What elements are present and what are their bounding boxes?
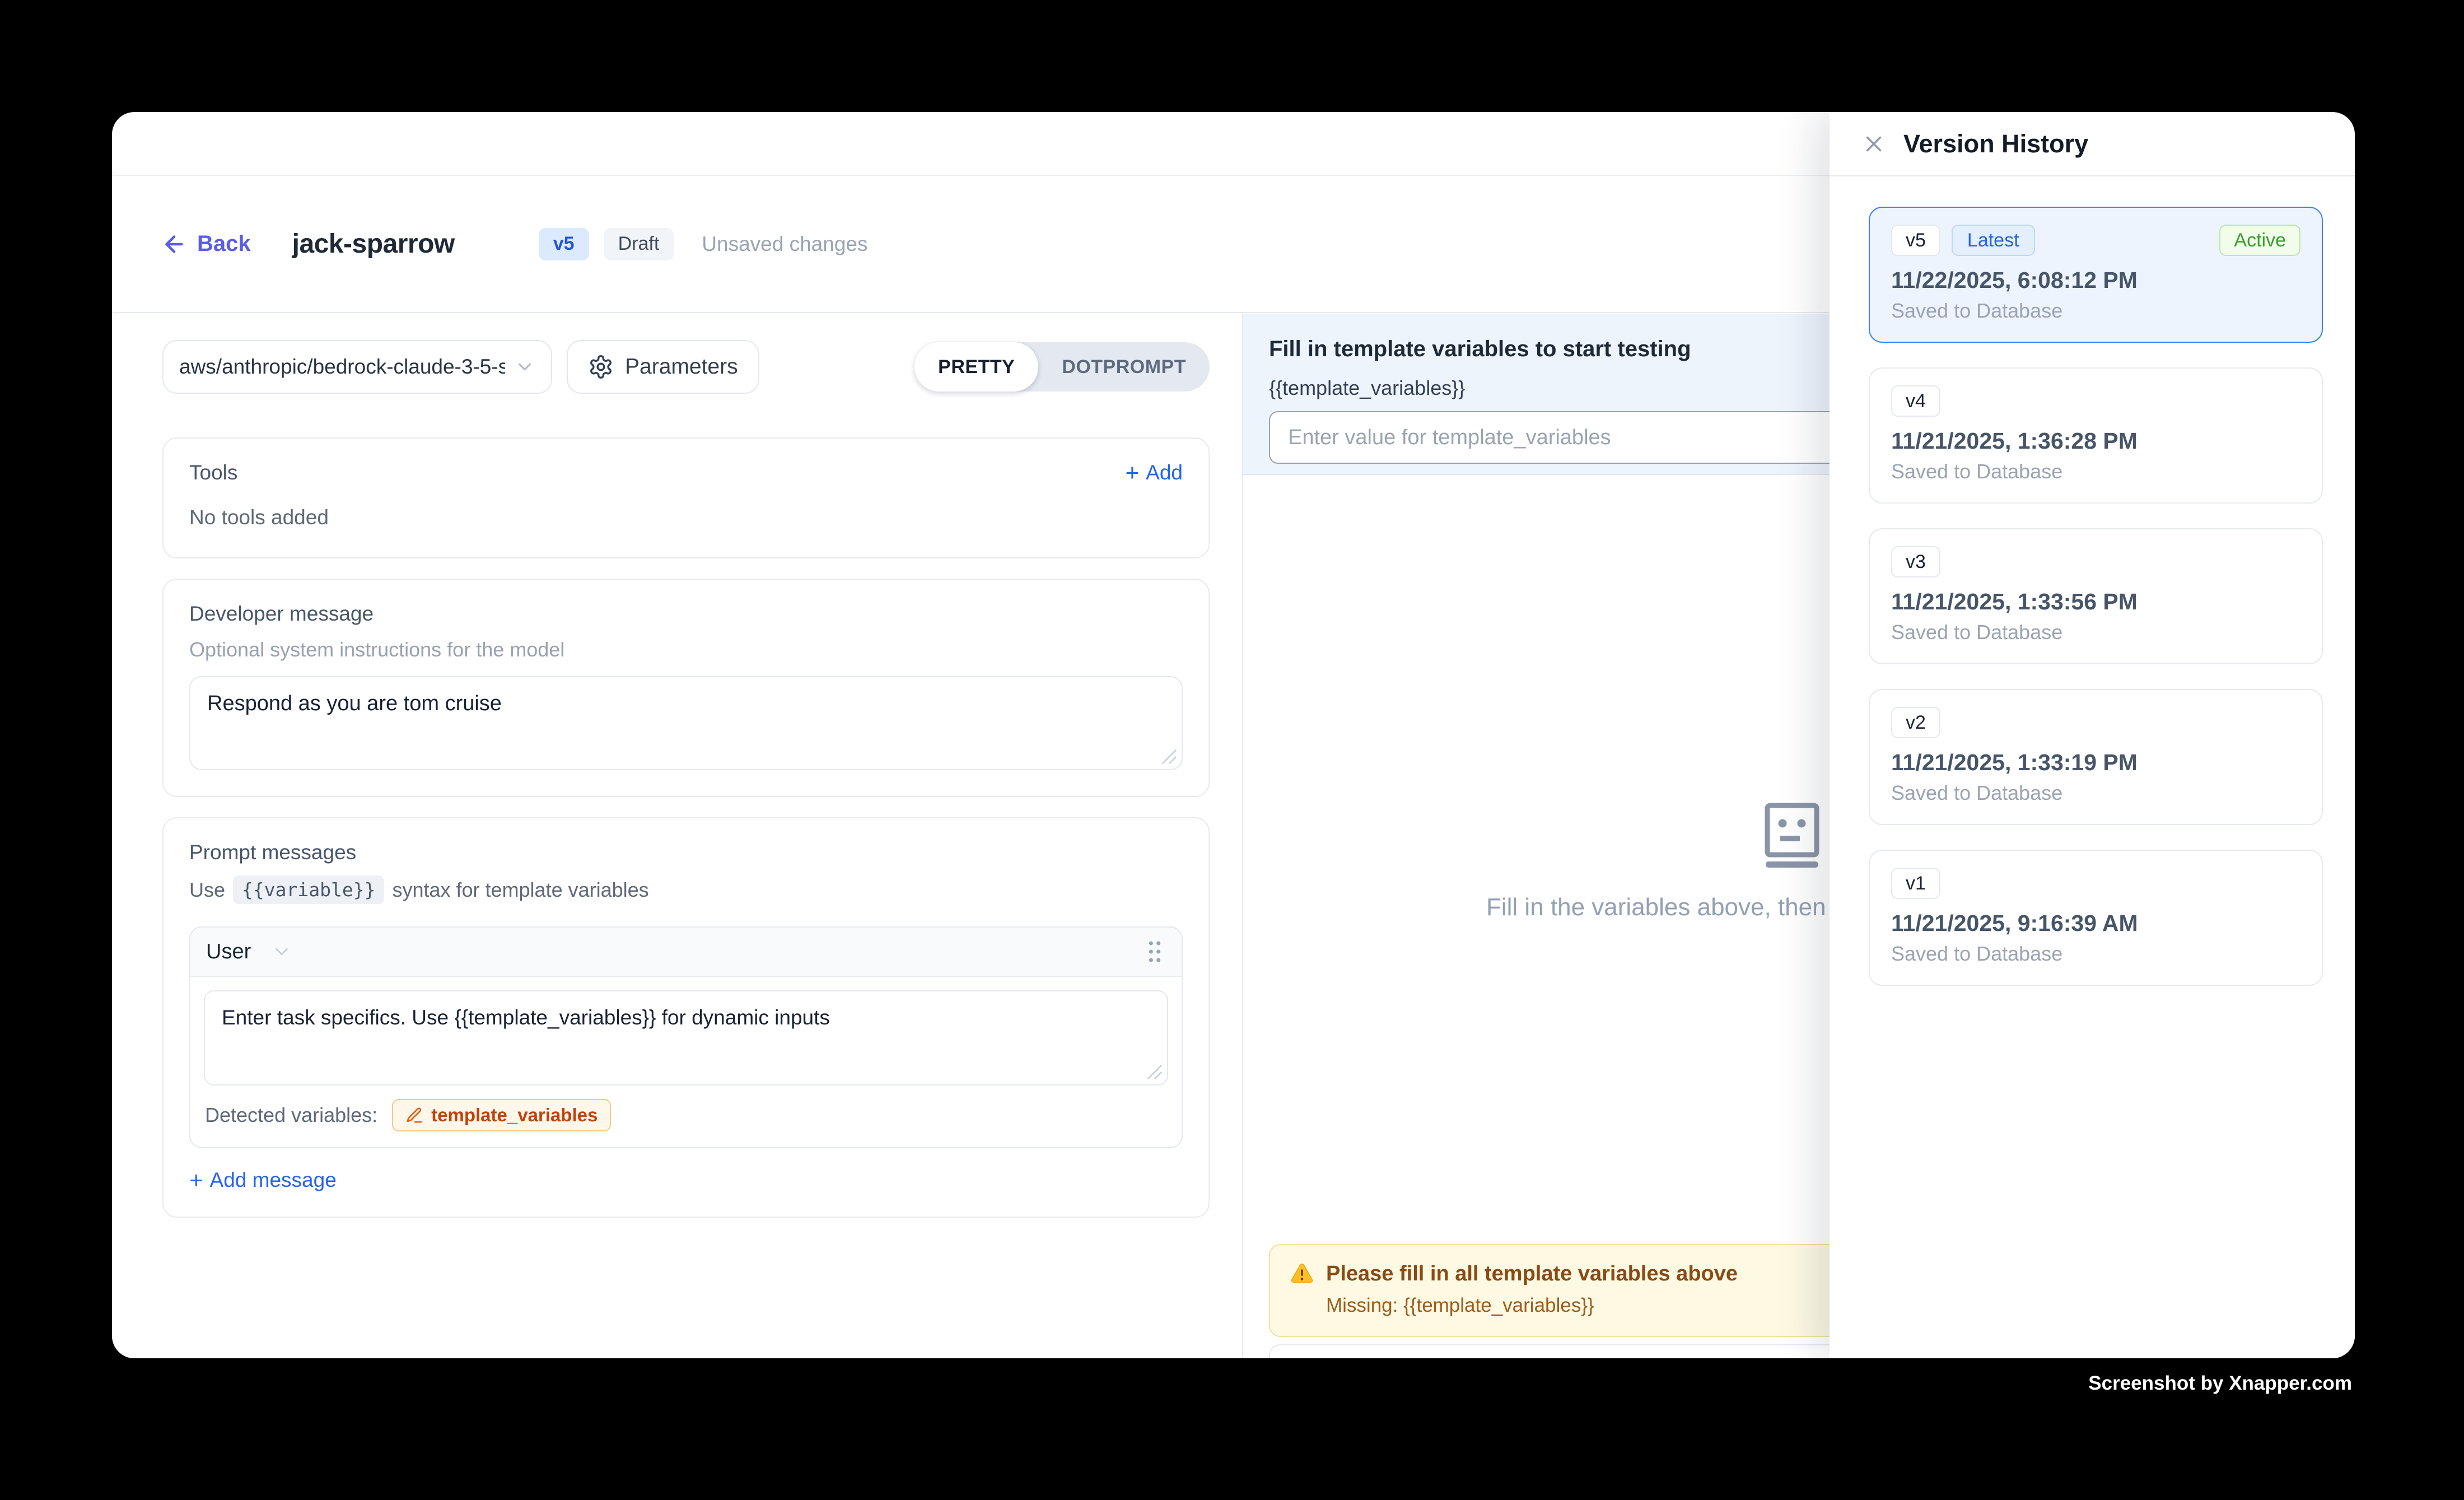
- warning-triangle-icon: [1289, 1261, 1315, 1287]
- detected-variable-name: template_variables: [431, 1105, 598, 1126]
- warning-title: Please fill in all template variables ab…: [1326, 1262, 1738, 1286]
- empty-state-text: Fill in the variables above, then typ: [1486, 893, 1866, 921]
- hint-prefix: Use: [189, 878, 225, 902]
- version-timestamp: 11/21/2025, 1:33:19 PM: [1891, 749, 2300, 776]
- developer-message-hint: Optional system instructions for the mod…: [189, 638, 1183, 662]
- version-saved-status: Saved to Database: [1891, 942, 2300, 966]
- message-block: User Enter task specifics. Use {{templat…: [189, 926, 1183, 1148]
- version-history-panel: Version History v5 Latest Active 11/22/2…: [1830, 112, 2355, 1358]
- gear-icon: [588, 354, 614, 380]
- hint-suffix: syntax for template variables: [392, 878, 648, 902]
- model-select[interactable]: aws/anthropic/bedrock-claude-3-5-s...: [162, 340, 552, 394]
- plus-icon: +: [189, 1168, 203, 1192]
- version-saved-status: Saved to Database: [1891, 621, 2300, 644]
- version-id-badge: v4: [1891, 385, 1940, 417]
- variable-syntax-chip: {{variable}}: [233, 875, 384, 904]
- template-warning-card: Please fill in all template variables ab…: [1269, 1244, 1919, 1337]
- template-variable-input[interactable]: [1269, 411, 1916, 464]
- bot-face-icon: [1764, 802, 1820, 870]
- message-input[interactable]: Enter task specifics. Use {{template_var…: [204, 990, 1168, 1086]
- version-card-v4[interactable]: v4 11/21/2025, 1:36:28 PM Saved to Datab…: [1869, 367, 2323, 504]
- version-list: v5 Latest Active 11/22/2025, 6:08:12 PM …: [1830, 176, 2355, 986]
- version-id-badge: v5: [1891, 225, 1940, 256]
- prompt-editor-column: aws/anthropic/bedrock-claude-3-5-s... Pa…: [112, 314, 1243, 1358]
- page-title: jack-sparrow: [292, 229, 455, 259]
- parameters-button[interactable]: Parameters: [567, 340, 759, 394]
- header-badges: v5 Draft Unsaved changes: [539, 228, 868, 260]
- detected-variables-label: Detected variables:: [205, 1103, 377, 1127]
- chat-input-partial-card: [1269, 1344, 1919, 1358]
- drag-handle-icon[interactable]: [1144, 937, 1166, 966]
- version-history-title: Version History: [1903, 129, 2088, 159]
- prompt-syntax-hint: Use {{variable}} syntax for template var…: [189, 875, 1183, 904]
- version-saved-status: Saved to Database: [1891, 299, 2300, 323]
- detected-variable-chip[interactable]: template_variables: [392, 1099, 611, 1131]
- version-id-badge: v3: [1891, 546, 1940, 577]
- prompt-messages-card: Prompt messages Use {{variable}} syntax …: [162, 817, 1210, 1218]
- draft-badge: Draft: [604, 228, 674, 260]
- chevron-down-icon: [271, 941, 292, 962]
- version-timestamp: 11/21/2025, 1:36:28 PM: [1891, 428, 2300, 454]
- developer-message-card: Developer message Optional system instru…: [162, 579, 1210, 797]
- message-header: User: [190, 928, 1182, 977]
- pencil-icon: [405, 1106, 423, 1124]
- latest-badge: Latest: [1952, 225, 2035, 256]
- app-window: Back jack-sparrow v5 Draft Unsaved chang…: [112, 112, 2355, 1358]
- tools-card: Tools + Add No tools added: [162, 437, 1210, 558]
- add-message-button[interactable]: + Add message: [189, 1168, 1183, 1192]
- parameters-label: Parameters: [625, 355, 738, 379]
- version-card-v3[interactable]: v3 11/21/2025, 1:33:56 PM Saved to Datab…: [1869, 528, 2323, 664]
- toggle-dotprompt[interactable]: DOTPROMPT: [1038, 342, 1210, 392]
- toggle-pretty[interactable]: PRETTY: [914, 342, 1038, 392]
- add-message-label: Add message: [210, 1168, 337, 1192]
- add-tool-label: Add: [1146, 461, 1183, 485]
- plus-icon: +: [1126, 461, 1140, 485]
- close-icon[interactable]: [1861, 131, 1887, 157]
- version-id-badge: v1: [1891, 868, 1940, 899]
- version-saved-status: Saved to Database: [1891, 460, 2300, 483]
- model-select-value: aws/anthropic/bedrock-claude-3-5-s...: [179, 355, 505, 379]
- role-select-value: User: [206, 940, 251, 964]
- add-tool-button[interactable]: + Add: [1126, 461, 1183, 485]
- version-card-v2[interactable]: v2 11/21/2025, 1:33:19 PM Saved to Datab…: [1869, 689, 2323, 825]
- tools-empty-text: No tools added: [189, 506, 1183, 529]
- version-timestamp: 11/21/2025, 9:16:39 AM: [1891, 910, 2300, 937]
- arrow-left-icon: [161, 231, 187, 257]
- warning-missing-text: Missing: {{template_variables}}: [1326, 1294, 1898, 1317]
- prompt-messages-label: Prompt messages: [189, 841, 1183, 864]
- version-history-header: Version History: [1830, 112, 2355, 176]
- version-timestamp: 11/22/2025, 6:08:12 PM: [1891, 267, 2300, 294]
- developer-message-input[interactable]: Respond as you are tom cruise: [189, 676, 1183, 770]
- version-card-v1[interactable]: v1 11/21/2025, 9:16:39 AM Saved to Datab…: [1869, 850, 2323, 986]
- version-card-v5[interactable]: v5 Latest Active 11/22/2025, 6:08:12 PM …: [1869, 207, 2323, 343]
- tools-label: Tools: [189, 461, 237, 485]
- developer-message-label: Developer message: [189, 602, 1183, 626]
- version-id-badge: v2: [1891, 707, 1940, 738]
- version-saved-status: Saved to Database: [1891, 781, 2300, 805]
- active-badge: Active: [2219, 225, 2300, 256]
- version-timestamp: 11/21/2025, 1:33:56 PM: [1891, 589, 2300, 615]
- model-toolbar: aws/anthropic/bedrock-claude-3-5-s... Pa…: [162, 340, 1210, 394]
- format-toggle: PRETTY DOTPROMPT: [914, 342, 1210, 392]
- version-badge: v5: [539, 228, 589, 260]
- role-select[interactable]: User: [206, 940, 292, 964]
- watermark-text: Screenshot by Xnapper.com: [2088, 1372, 2352, 1395]
- back-label: Back: [197, 231, 251, 257]
- chevron-down-icon: [514, 356, 535, 378]
- unsaved-changes-label: Unsaved changes: [702, 232, 867, 256]
- back-button[interactable]: Back: [161, 231, 251, 257]
- detected-variables-row: Detected variables: template_variables: [190, 1086, 1182, 1147]
